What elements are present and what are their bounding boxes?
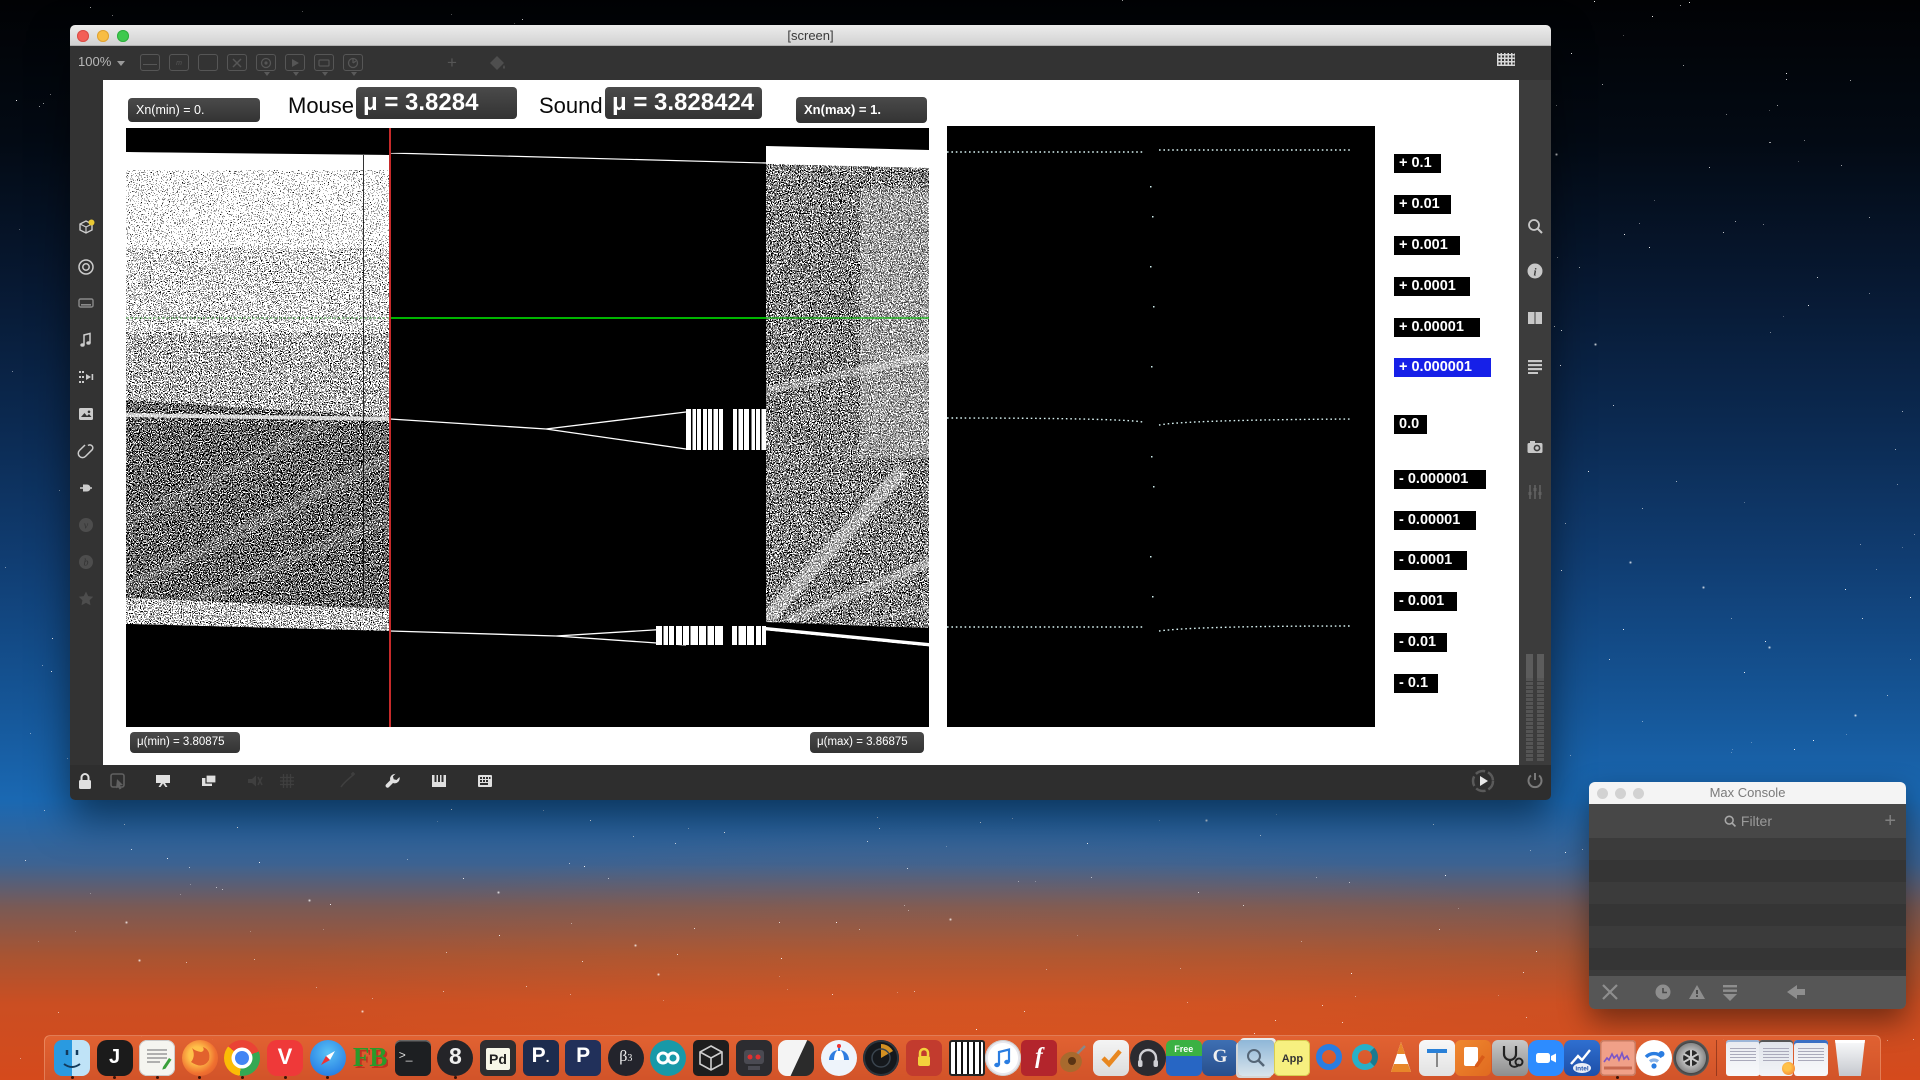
svg-text:b: b — [84, 558, 89, 569]
svg-text:v: v — [84, 521, 89, 532]
svg-text:intel: intel — [1575, 1066, 1589, 1073]
